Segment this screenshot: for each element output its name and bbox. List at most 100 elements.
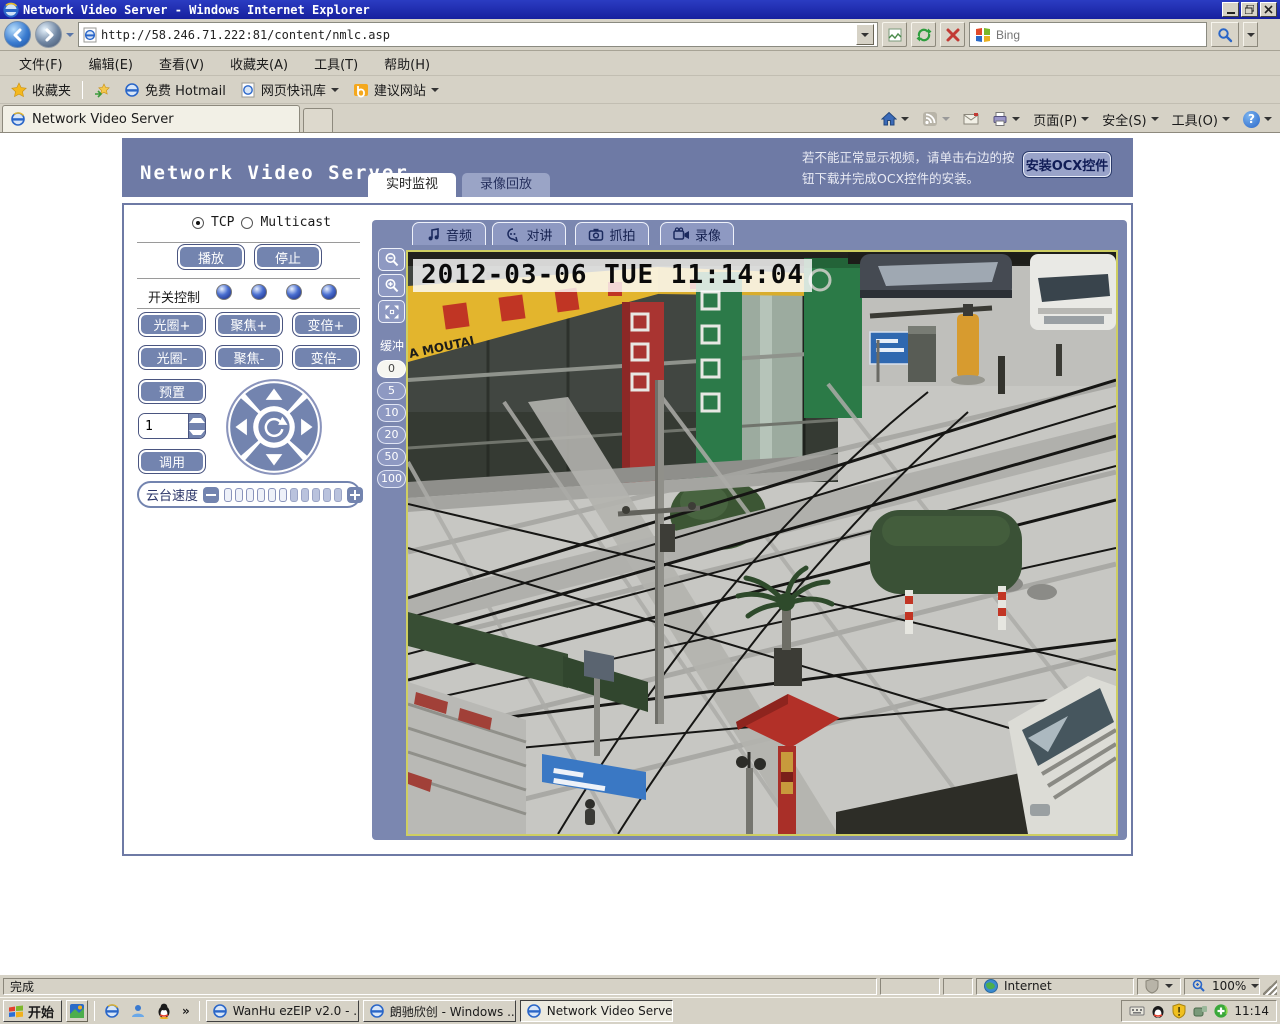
- add-favorite-button[interactable]: [87, 78, 117, 102]
- favorites-item-suggested[interactable]: 建议网站: [346, 76, 446, 103]
- menu-item-tools[interactable]: 工具(T): [301, 50, 371, 77]
- menu-item-view[interactable]: 查看(V): [146, 50, 217, 77]
- switch-led-4[interactable]: [321, 284, 337, 300]
- buffer-option-100[interactable]: 100: [377, 470, 406, 488]
- speed-level-bar[interactable]: [224, 488, 342, 502]
- quicklaunch-ie-button[interactable]: [101, 1000, 123, 1022]
- tab-record-playback[interactable]: 录像回放: [462, 173, 550, 197]
- ptz-home-button[interactable]: [257, 410, 290, 443]
- read-mail-button[interactable]: [960, 109, 982, 129]
- safety-plus-icon[interactable]: [1213, 1003, 1229, 1019]
- tcp-radio[interactable]: [192, 217, 204, 229]
- history-dropdown[interactable]: [66, 33, 74, 37]
- address-dropdown[interactable]: [856, 24, 874, 45]
- menu-item-edit[interactable]: 编辑(E): [76, 50, 146, 77]
- help-button[interactable]: ?: [1240, 109, 1275, 130]
- iris-plus-button[interactable]: 光圈+: [138, 312, 206, 337]
- forward-button[interactable]: [35, 21, 62, 48]
- qq-tray-icon[interactable]: [1150, 1003, 1166, 1019]
- close-button[interactable]: [1260, 2, 1277, 17]
- task-window-langchi[interactable]: 朗驰欣创 - Windows ...: [363, 1000, 516, 1022]
- quicklaunch-messenger-button[interactable]: [127, 1000, 149, 1022]
- tools-menu-button[interactable]: 工具(O): [1169, 108, 1233, 131]
- tab-live-monitor[interactable]: 实时监视: [368, 173, 456, 197]
- safety-menu-button[interactable]: 安全(S): [1099, 108, 1161, 131]
- preset-button[interactable]: 预置: [138, 379, 206, 404]
- focus-minus-button[interactable]: 聚焦-: [215, 345, 283, 370]
- focus-plus-button[interactable]: 聚焦+: [215, 312, 283, 337]
- record-tab[interactable]: 录像: [660, 222, 734, 245]
- minimize-button[interactable]: [1222, 2, 1239, 17]
- quicklaunch-qq-button[interactable]: [153, 1000, 175, 1022]
- switch-led-3[interactable]: [286, 284, 302, 300]
- switch-led-1[interactable]: [216, 284, 232, 300]
- device-tray-icon[interactable]: [1192, 1003, 1208, 1019]
- back-button[interactable]: [4, 21, 31, 48]
- refresh-icon: [916, 27, 932, 43]
- restore-button[interactable]: [1241, 2, 1258, 17]
- task-window-nvs[interactable]: Network Video Serve...: [520, 1000, 673, 1022]
- audio-tab[interactable]: 音频: [412, 222, 486, 245]
- media-app-button[interactable]: [66, 1000, 88, 1022]
- security-alert-icon[interactable]: [1171, 1003, 1187, 1019]
- zoom-plus-button[interactable]: 变倍+: [292, 312, 360, 337]
- address-bar[interactable]: [78, 22, 878, 47]
- search-input[interactable]: [996, 28, 1201, 42]
- buffer-option-0[interactable]: 0: [377, 360, 406, 378]
- call-button[interactable]: 调用: [138, 449, 206, 474]
- start-button[interactable]: 开始: [3, 1000, 62, 1022]
- multicast-radio[interactable]: [241, 217, 253, 229]
- talk-tab[interactable]: 对讲: [492, 222, 566, 245]
- feeds-button[interactable]: [919, 109, 953, 129]
- buffer-option-50[interactable]: 50: [377, 448, 406, 466]
- menu-item-file[interactable]: 文件(F): [6, 50, 76, 77]
- search-button[interactable]: [1211, 22, 1239, 47]
- zoom-level-segment[interactable]: 100%: [1184, 978, 1260, 995]
- preset-number-input[interactable]: [139, 414, 183, 438]
- compatibility-view-button[interactable]: [882, 22, 907, 47]
- zoom-minus-button[interactable]: 变倍-: [292, 345, 360, 370]
- fullscreen-button[interactable]: [378, 300, 405, 323]
- screen: Network Video Server - Windows Internet …: [0, 0, 1280, 1024]
- browser-tab[interactable]: Network Video Server: [2, 105, 300, 132]
- install-ocx-button[interactable]: 安装OCX控件: [1022, 151, 1112, 178]
- speed-decrease-button[interactable]: [203, 487, 219, 503]
- refresh-button[interactable]: [911, 22, 936, 47]
- buffer-option-5[interactable]: 5: [377, 382, 406, 400]
- taskbar-clock[interactable]: 11:14: [1234, 1004, 1269, 1018]
- stop-button[interactable]: [940, 22, 965, 47]
- buffer-option-10[interactable]: 10: [377, 404, 406, 422]
- home-button[interactable]: [878, 109, 912, 129]
- resize-grip[interactable]: [1263, 978, 1277, 995]
- print-button[interactable]: [989, 109, 1023, 129]
- menu-item-help[interactable]: 帮助(H): [371, 50, 443, 77]
- search-options-dropdown[interactable]: [1243, 22, 1258, 47]
- page-menu-button[interactable]: 页面(P): [1030, 108, 1092, 131]
- speed-increase-button[interactable]: [347, 487, 363, 503]
- iris-minus-button[interactable]: 光圈-: [138, 345, 206, 370]
- zoom-out-button[interactable]: [378, 248, 405, 271]
- play-button[interactable]: 播放: [177, 244, 245, 270]
- ptz-dpad[interactable]: [224, 377, 324, 477]
- favorites-item-webslice[interactable]: 网页快讯库: [233, 76, 346, 103]
- snapshot-tab[interactable]: 抓拍: [575, 222, 649, 245]
- zoom-in-button[interactable]: [378, 274, 405, 297]
- preset-number-spinner[interactable]: [138, 413, 206, 439]
- input-method-icon[interactable]: [1129, 1003, 1145, 1019]
- new-tab-button[interactable]: [303, 108, 333, 132]
- favorites-button[interactable]: 收藏夹: [4, 76, 78, 103]
- protected-mode-segment[interactable]: [1137, 978, 1181, 995]
- menu-item-favorites[interactable]: 收藏夹(A): [217, 50, 301, 77]
- task-window-ezeip[interactable]: WanHu ezEIP v2.0 - ...: [206, 1000, 359, 1022]
- quicklaunch-overflow-chevron[interactable]: »: [179, 1004, 193, 1018]
- favorites-item-hotmail[interactable]: 免费 Hotmail: [117, 76, 233, 103]
- stop-button-panel[interactable]: 停止: [254, 244, 322, 270]
- switch-led-2[interactable]: [251, 284, 267, 300]
- spinner-down-button[interactable]: [189, 426, 205, 438]
- spinner-up-button[interactable]: [189, 414, 205, 426]
- address-input[interactable]: [101, 28, 853, 42]
- buffer-option-20[interactable]: 20: [377, 426, 406, 444]
- search-box[interactable]: [969, 22, 1207, 47]
- video-frame[interactable]: A MOUTAI: [406, 250, 1118, 836]
- add-favorite-icon: [94, 82, 110, 98]
